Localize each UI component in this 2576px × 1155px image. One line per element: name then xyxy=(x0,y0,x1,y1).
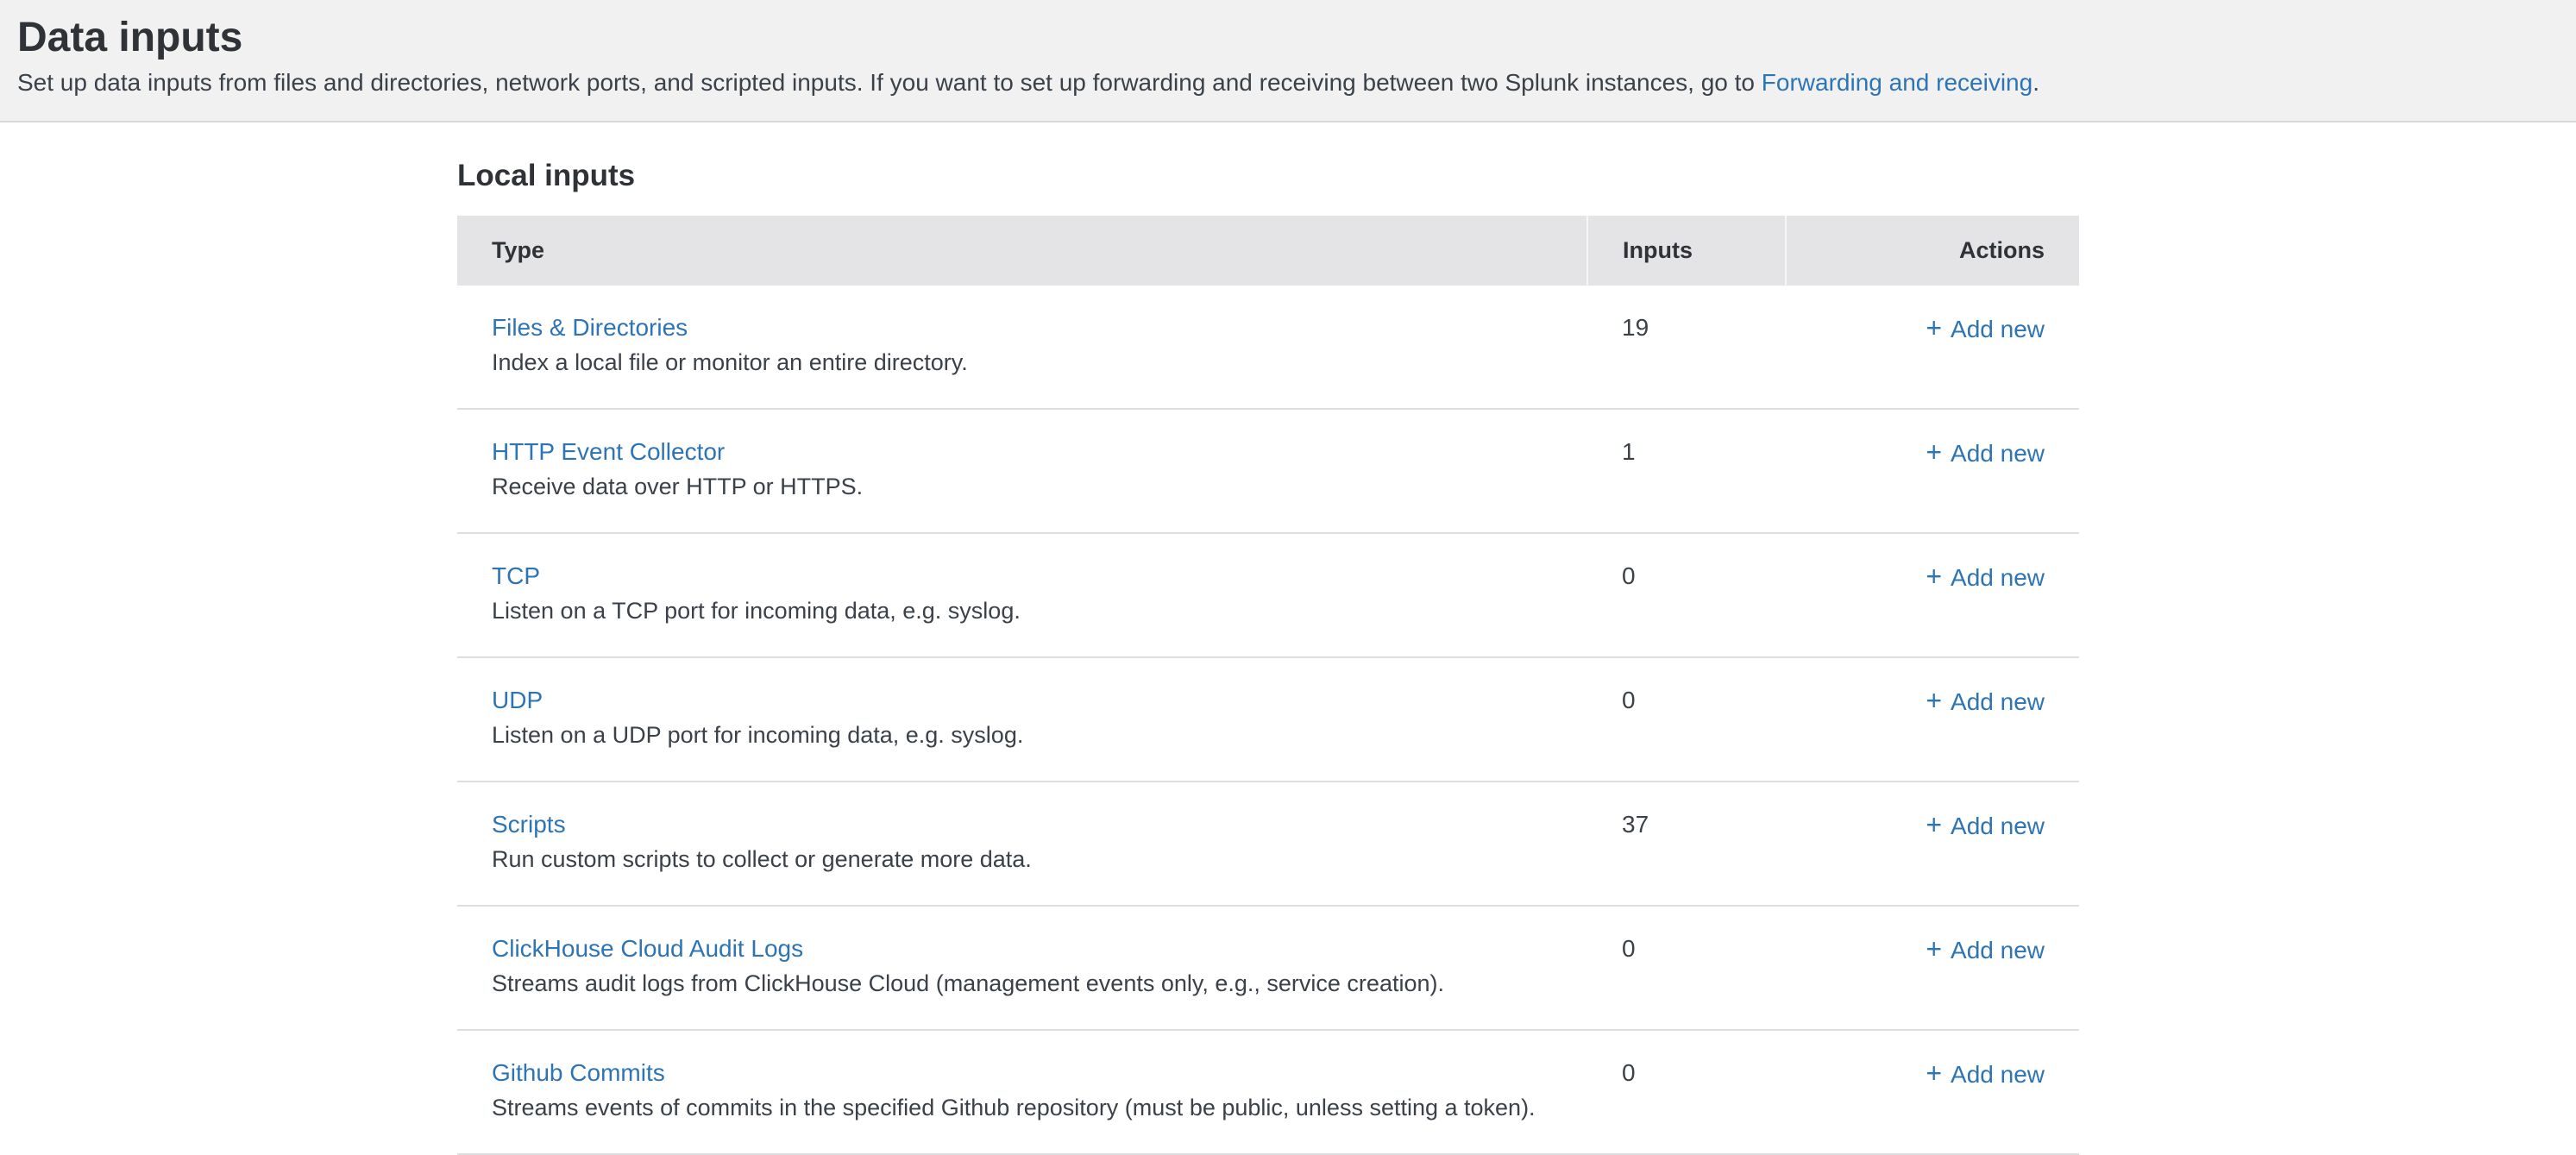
actions-cell: + Add new xyxy=(1786,782,2079,906)
add-new-link[interactable]: + Add new xyxy=(1926,564,2045,591)
table-row: Scripts Run custom scripts to collect or… xyxy=(457,782,2079,906)
type-cell: UDP Listen on a UDP port for incoming da… xyxy=(457,657,1587,782)
actions-cell: + Add new xyxy=(1786,286,2079,409)
add-new-label: Add new xyxy=(1951,937,2045,964)
inputs-count: 0 xyxy=(1587,1030,1786,1154)
page-header: Data inputs Set up data inputs from file… xyxy=(0,0,2576,122)
table-row: HTTP Event Collector Receive data over H… xyxy=(457,409,2079,533)
input-type-link[interactable]: Scripts xyxy=(492,811,566,838)
input-type-description: Listen on a UDP port for incoming data, … xyxy=(492,719,1553,751)
plus-icon: + xyxy=(1926,312,1942,343)
inputs-count: 19 xyxy=(1587,286,1786,409)
add-new-link[interactable]: + Add new xyxy=(1926,1061,2045,1088)
input-type-description: Receive data over HTTP or HTTPS. xyxy=(492,470,1553,503)
input-type-description: Streams events of commits in the specifi… xyxy=(492,1091,1553,1124)
local-inputs-heading: Local inputs xyxy=(457,159,2576,193)
inputs-count: 0 xyxy=(1587,657,1786,782)
add-new-link[interactable]: +Add new xyxy=(1926,937,2045,964)
subtitle-period: . xyxy=(2033,69,2039,96)
content-area: Local inputs Type Inputs Actions Files &… xyxy=(0,159,2576,1155)
inputs-count: 0 xyxy=(1587,533,1786,657)
add-new-label: Add new xyxy=(1951,564,2045,591)
subtitle-text: Set up data inputs from files and direct… xyxy=(17,69,1762,96)
type-cell: ClickHouse Cloud Audit Logs Streams audi… xyxy=(457,906,1587,1030)
table-row: Files & Directories Index a local file o… xyxy=(457,286,2079,409)
page-title: Data inputs xyxy=(17,14,2550,62)
input-type-link[interactable]: Github Commits xyxy=(492,1059,665,1086)
input-type-link[interactable]: TCP xyxy=(492,562,540,589)
page-subtitle: Set up data inputs from files and direct… xyxy=(17,67,2550,98)
add-new-link[interactable]: +Add new xyxy=(1926,316,2045,342)
forwarding-and-receiving-link[interactable]: Forwarding and receiving xyxy=(1762,69,2033,96)
type-cell: HTTP Event Collector Receive data over H… xyxy=(457,409,1587,533)
add-new-label: Add new xyxy=(1951,813,2045,839)
inputs-count: 37 xyxy=(1587,782,1786,906)
plus-icon: + xyxy=(1926,933,1942,964)
column-header-actions: Actions xyxy=(1786,216,2079,286)
column-header-inputs: Inputs xyxy=(1587,216,1786,286)
plus-icon: + xyxy=(1926,685,1942,716)
table-row: UDP Listen on a UDP port for incoming da… xyxy=(457,657,2079,782)
input-type-description: Streams audit logs from ClickHouse Cloud… xyxy=(492,967,1553,1000)
inputs-table: Type Inputs Actions Files & Directories … xyxy=(457,216,2079,1155)
actions-cell: + Add new xyxy=(1786,533,2079,657)
plus-icon: + xyxy=(1926,436,1942,468)
add-new-link[interactable]: +Add new xyxy=(1926,813,2045,839)
input-type-link[interactable]: UDP xyxy=(492,687,543,713)
add-new-label: Add new xyxy=(1951,316,2045,342)
type-cell: Github Commits Streams events of commits… xyxy=(457,1030,1587,1154)
actions-cell: + Add new xyxy=(1786,657,2079,782)
actions-cell: + Add new xyxy=(1786,906,2079,1030)
inputs-table-header: Type Inputs Actions xyxy=(457,216,2079,286)
inputs-count: 1 xyxy=(1587,409,1786,533)
column-header-type: Type xyxy=(457,216,1587,286)
inputs-table-body: Files & Directories Index a local file o… xyxy=(457,286,2079,1154)
input-type-link[interactable]: Files & Directories xyxy=(492,314,688,341)
input-type-link[interactable]: HTTP Event Collector xyxy=(492,438,725,465)
table-row: ClickHouse Cloud Audit Logs Streams audi… xyxy=(457,906,2079,1030)
input-type-link[interactable]: ClickHouse Cloud Audit Logs xyxy=(492,935,803,962)
add-new-label: Add new xyxy=(1951,688,2045,715)
add-new-link[interactable]: +Add new xyxy=(1926,440,2045,467)
actions-cell: + Add new xyxy=(1786,409,2079,533)
table-row: TCP Listen on a TCP port for incoming da… xyxy=(457,533,2079,657)
add-new-link[interactable]: + Add new xyxy=(1926,688,2045,715)
input-type-description: Run custom scripts to collect or generat… xyxy=(492,843,1553,876)
type-cell: TCP Listen on a TCP port for incoming da… xyxy=(457,533,1587,657)
plus-icon: + xyxy=(1926,1058,1942,1089)
type-cell: Files & Directories Index a local file o… xyxy=(457,286,1587,409)
add-new-label: Add new xyxy=(1951,440,2045,467)
type-cell: Scripts Run custom scripts to collect or… xyxy=(457,782,1587,906)
plus-icon: + xyxy=(1926,561,1942,592)
inputs-count: 0 xyxy=(1587,906,1786,1030)
plus-icon: + xyxy=(1926,809,1942,840)
header-row: Type Inputs Actions xyxy=(457,216,2079,286)
input-type-description: Index a local file or monitor an entire … xyxy=(492,346,1553,379)
actions-cell: + Add new xyxy=(1786,1030,2079,1154)
add-new-label: Add new xyxy=(1951,1061,2045,1088)
input-type-description: Listen on a TCP port for incoming data, … xyxy=(492,594,1553,627)
table-row: Github Commits Streams events of commits… xyxy=(457,1030,2079,1154)
